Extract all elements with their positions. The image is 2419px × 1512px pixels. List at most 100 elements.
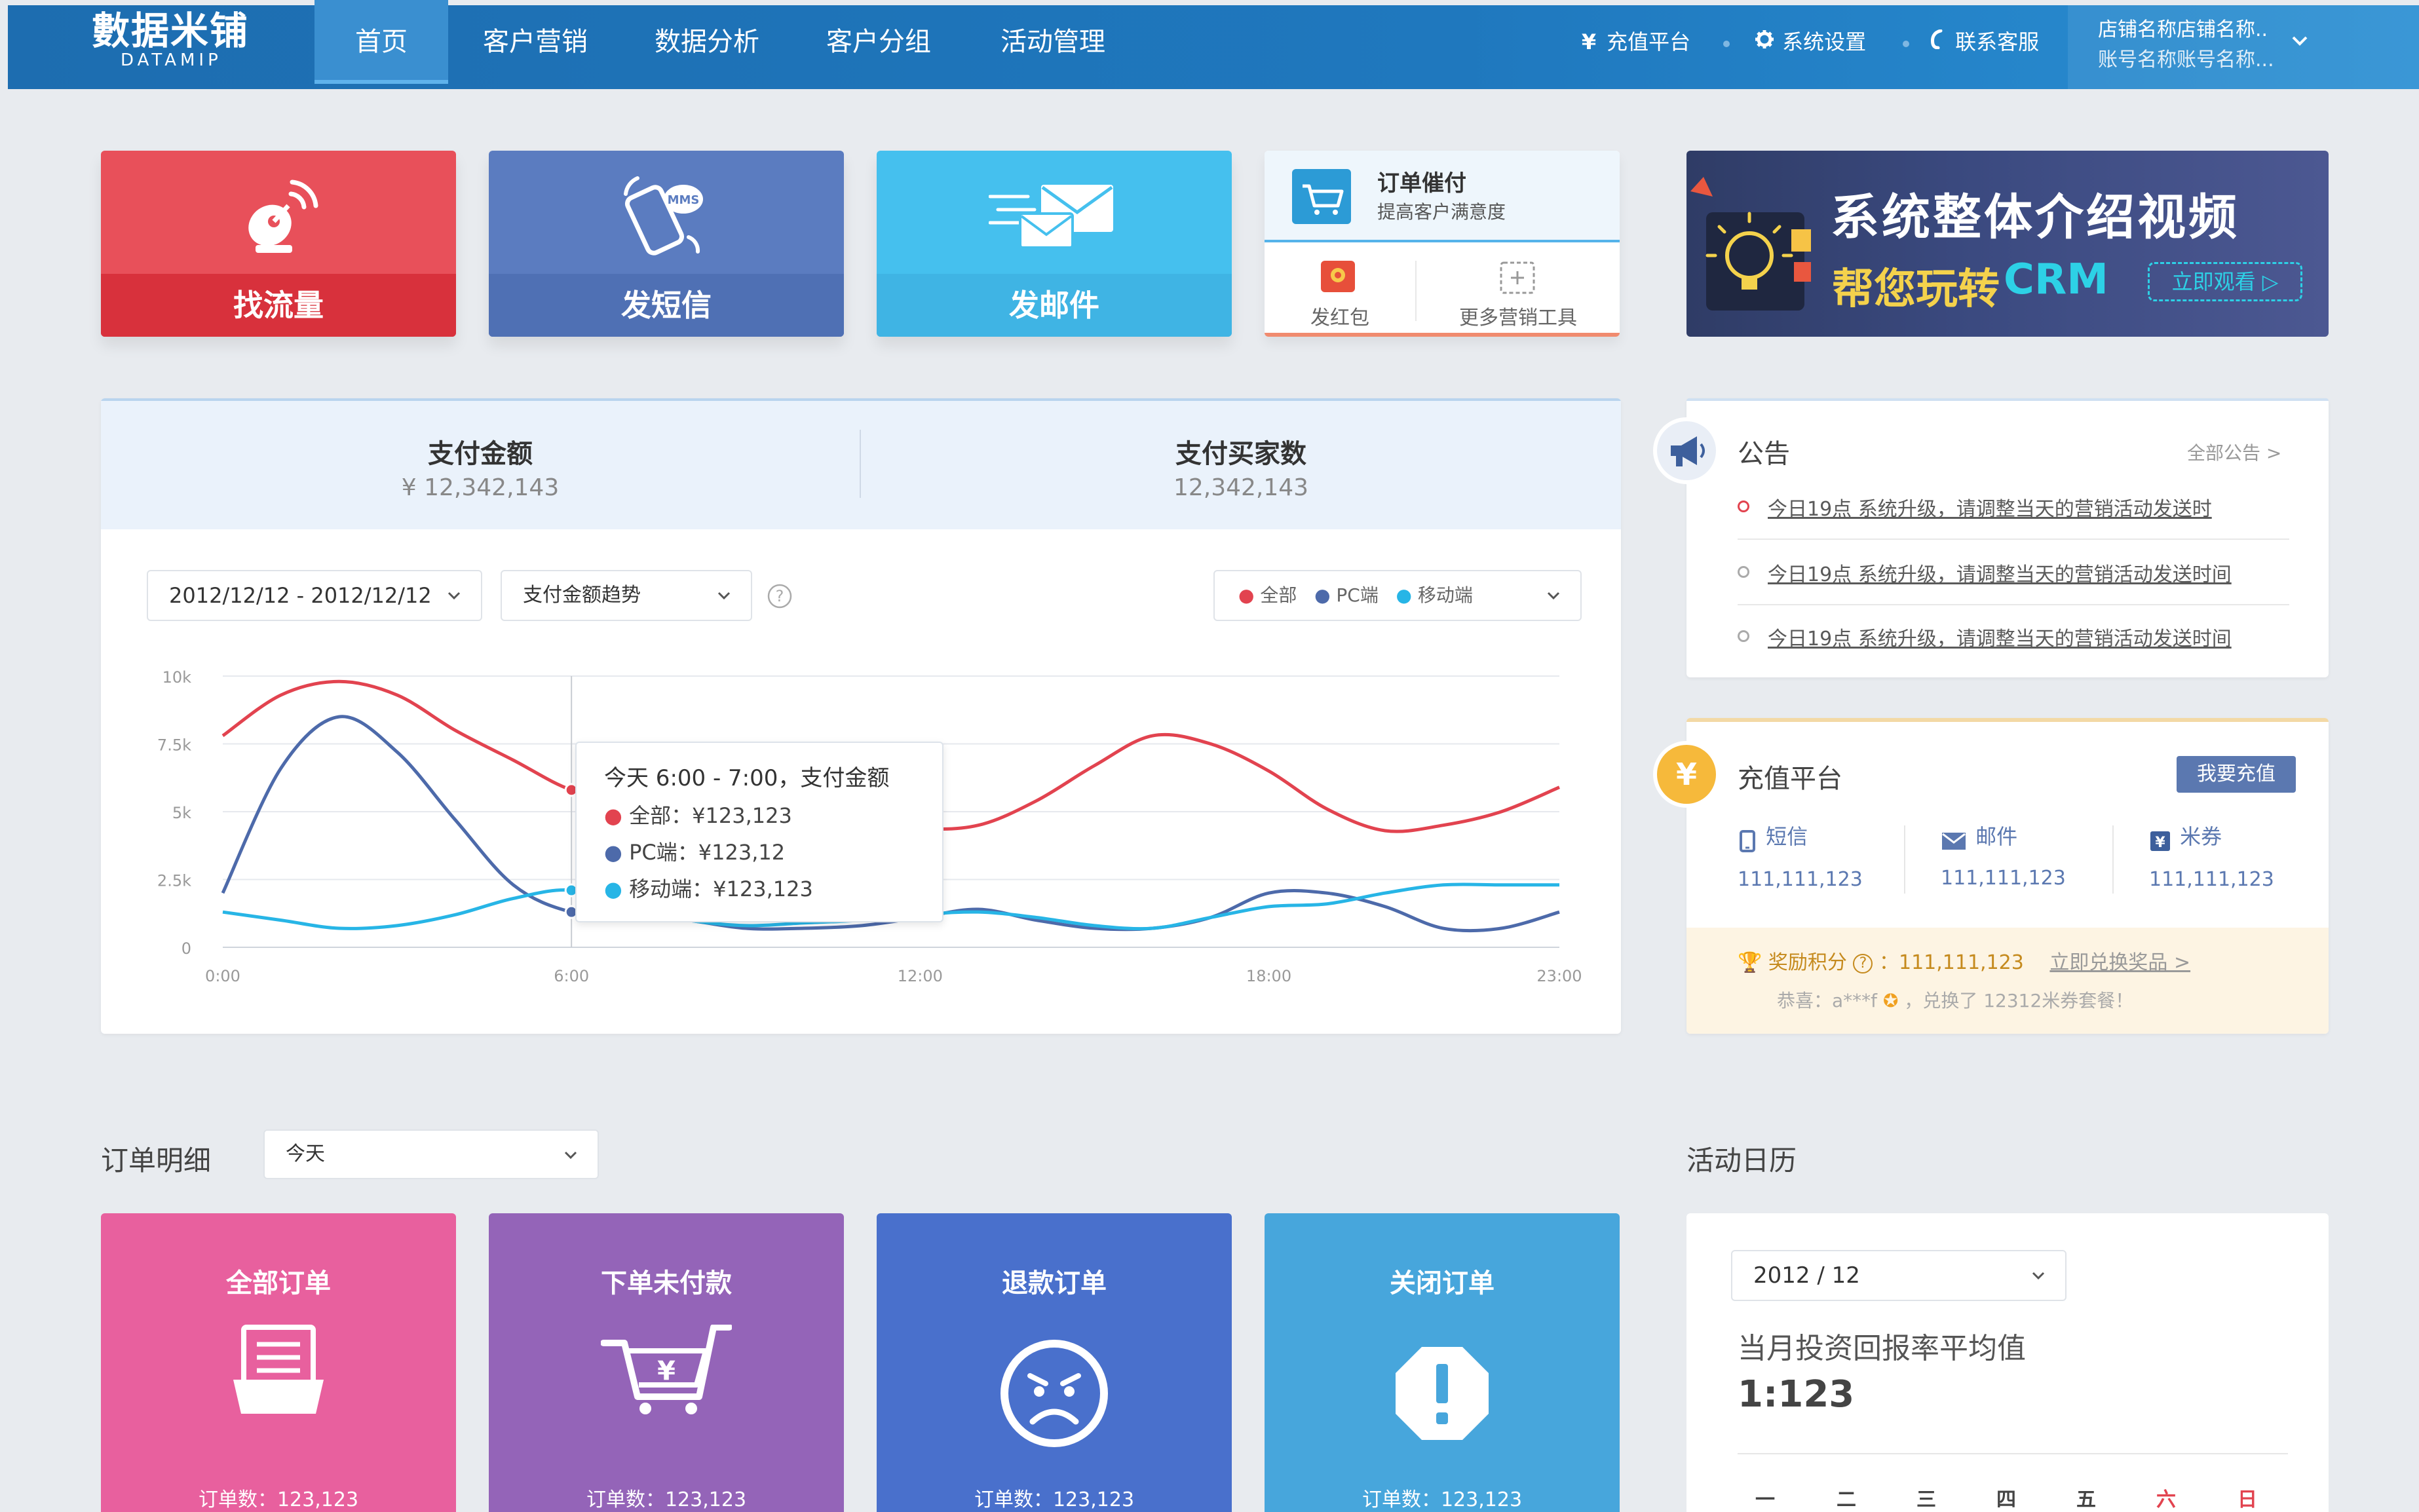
all-orders-tile[interactable]: 全部订单 订单数：123,123 [101,1213,456,1512]
y-tick-label: 7.5k [157,736,191,755]
sms-label: 短信 [1766,824,1808,849]
recharge-button[interactable]: 我要充值 [2177,756,2296,793]
red-packet-button[interactable]: 发红包 [1265,249,1415,333]
notice-item[interactable]: 今日19点 系统升级，请调整当天的营销活动发送时间 [1768,558,2232,587]
intro-video-banner[interactable]: 系统整体介绍视频 帮您玩转 CRM 立即观看 ▷ [1686,151,2329,337]
accent-strip [1265,333,1620,337]
envelope-icon [989,185,1113,249]
util-label: 系统设置 [1782,29,1867,54]
brand-name-en: DATAMIP [121,50,222,70]
all-notices-link[interactable]: 全部公告 > [2187,439,2281,465]
plus-box-icon [1500,261,1535,294]
nav-label: 客户分组 [826,27,931,57]
y-tick-label: 2.5k [157,872,191,890]
roi-label: 当月投资回报率平均值 [1738,1332,2026,1365]
promo-subtitle-cn: 帮您玩转 [1832,265,2000,314]
nav-item-activity-management[interactable]: 活动管理 [983,0,1123,84]
shop-name: 店铺名称店铺名称.. [2098,18,2268,41]
chevron-down-icon[interactable] [2288,29,2312,52]
congrats-user: 恭喜：a***f [1777,990,1878,1011]
more-tools-button[interactable]: 更多营销工具 [1417,249,1620,333]
watch-now-button[interactable]: 立即观看 ▷ [2148,262,2302,301]
unpaid-orders-tile[interactable]: 下单未付款 ¥ 订单数：123,123 [489,1213,844,1512]
tile-label: 退款订单 [1002,1268,1107,1298]
red-packet-label: 发红包 [1310,307,1369,330]
tooltip-row-name: PC端 [629,840,677,865]
notice-item[interactable]: 今日19点 系统升级，请调整当天的营销活动发送时 [1768,493,2212,521]
notice-item[interactable]: 今日19点 系统升级，请调整当天的营销活动发送时间 [1768,622,2232,651]
nav-item-customer-groups[interactable]: 客户分组 [809,0,949,84]
phone-icon [1926,26,1949,58]
order-reminder-card: 订单催付 提高客户满意度 发红包 更多营销工具 [1265,151,1620,337]
recharge-title: 充值平台 [1738,764,1842,794]
weekday-wed: 三 [1916,1488,1936,1511]
tooltip-row: ● 全部：¥123,123 [604,803,792,828]
weekday-thu: 四 [1996,1488,2016,1511]
divider [1738,1453,2288,1454]
yen-box-icon: ¥ [2150,831,2170,851]
nav-item-customer-marketing[interactable]: 客户营销 [465,0,605,84]
satellite-dish-icon [248,180,318,253]
tooltip-row-name: 全部 [629,803,672,828]
order-period-value: 今天 [286,1143,325,1165]
recharge-platform-link[interactable]: ¥ 充值平台 [1578,26,1690,58]
x-tick-label: 0:00 [205,967,240,985]
lightbulb-monitor-illustration [1690,177,1811,311]
svg-text:¥: ¥ [1676,757,1697,792]
congrats-row: 恭喜：a***f ✪ ，兑换了 12312米券套餐！ [1777,987,2133,1013]
mail-icon [1942,832,1966,850]
util-label: 充值平台 [1607,29,1691,54]
tooltip-row-value: ¥123,123 [713,877,813,901]
order-reminder-subtitle: 提高客户满意度 [1377,201,1506,223]
tile-label: 找流量 [101,274,456,337]
trophy-icon: 🏆 [1738,951,1762,974]
contact-support-link[interactable]: 联系客服 [1926,26,2039,58]
system-settings-link[interactable]: 系统设置 [1753,26,1866,58]
order-count: 订单数：123,123 [1362,1488,1523,1511]
tooltip-row: ● 移动端：¥123,123 [604,877,813,901]
tile-label: 全部订单 [226,1268,331,1298]
red-packet-icon [1321,261,1355,292]
find-traffic-tile[interactable]: 找流量 [101,151,456,337]
sales-stats-card: 支付金额 ¥ 12,342,143 支付买家数 12,342,143 2012/… [101,398,1621,1034]
svg-text:MMS: MMS [668,193,700,207]
gear-icon [1753,26,1776,58]
payment-trend-chart[interactable]: 0 2.5k 5k 7.5k 10k 0:00 6:00 12:00 18:00 23:00 [101,398,1621,1034]
nav-label: 活动管理 [1000,27,1105,57]
tooltip-row-value: ¥123,12 [698,840,786,865]
email-balance[interactable]: 邮件 111,111,123 [1941,820,2066,890]
closed-orders-tile[interactable]: 关闭订单 订单数：123,123 [1265,1213,1620,1512]
send-sms-tile[interactable]: MMS 发短信 [489,151,844,337]
tile-label: 发邮件 [877,274,1232,337]
order-count: 订单数：123,123 [974,1488,1135,1511]
order-detail-title: 订单明细 [101,1144,212,1177]
refund-orders-tile[interactable]: 退款订单 订单数：123,123 [877,1213,1232,1512]
month-select[interactable]: 2012 / 12 [1731,1250,2067,1301]
nav-item-data-analysis[interactable]: 数据分析 [637,0,777,84]
help-icon[interactable]: ? [1853,953,1873,973]
reward-value: ：111,111,123 [1879,951,2024,974]
chart-tooltip: 今天 6:00 - 7:00，支付金额 ● 全部：¥123,123 ● PC端：… [575,742,943,922]
x-tick-label: 12:00 [898,967,943,985]
nav-item-home[interactable]: 首页 [314,0,448,84]
congrats-text: ，兑换了 12312米券套餐！ [1904,990,2134,1011]
angry-face-icon [1000,1340,1108,1447]
redeem-link[interactable]: 立即兑换奖品 > [2049,951,2190,974]
card-top-border [1686,398,2329,401]
promo-title: 系统整体介绍视频 [1831,189,2239,246]
weekday-sun: 日 [2238,1488,2257,1511]
brand-logo[interactable]: 數据米铺 DATAMIP [92,10,262,69]
order-period-select[interactable]: 今天 [263,1129,599,1179]
account-name: 账号名称账号名称... [2098,48,2274,71]
unread-dot [1738,501,1749,512]
tile-label: 下单未付款 [601,1268,732,1298]
divider [1904,825,1905,894]
tile-label: 关闭订单 [1390,1268,1495,1298]
yen-coin-icon: ¥ [1653,741,1720,808]
y-tick-label: 0 [181,939,191,958]
sms-balance[interactable]: 短信 111,111,123 [1738,820,1863,891]
month-value: 2012 / 12 [1753,1262,1860,1289]
cart-icon [1292,169,1351,224]
send-email-tile[interactable]: 发邮件 [877,151,1232,337]
coupon-balance[interactable]: ¥ 米券 111,111,123 [2149,820,2274,891]
